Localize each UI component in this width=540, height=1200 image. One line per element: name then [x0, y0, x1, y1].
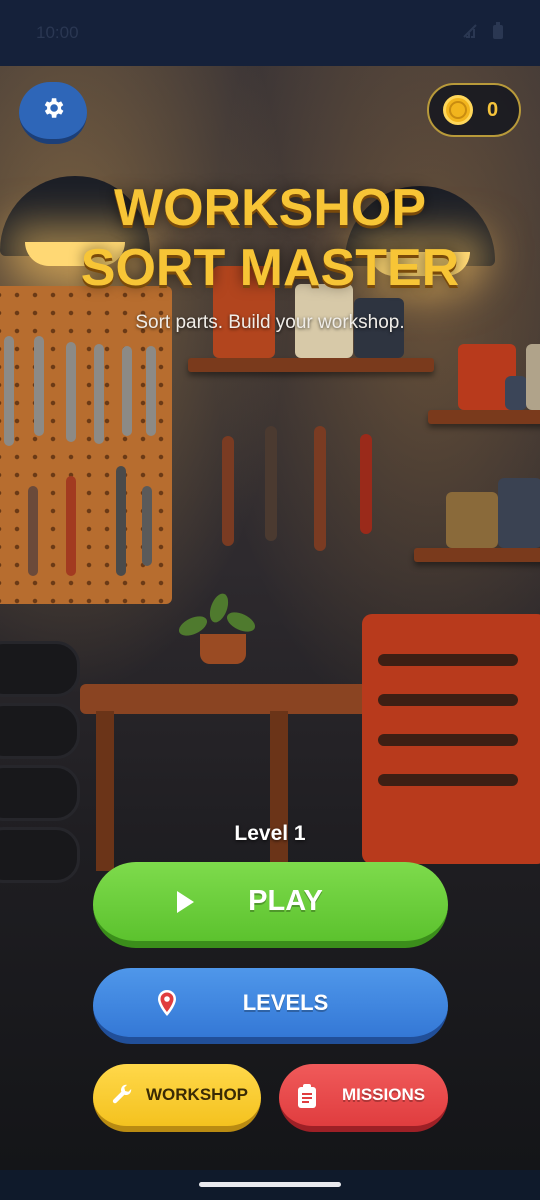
- status-time: 10:00: [36, 23, 79, 42]
- levels-button-label: LEVELS: [242, 989, 329, 1015]
- title-line-2: SORT MASTER: [80, 239, 460, 297]
- gear-icon: [40, 95, 66, 126]
- signal-off-icon: [462, 23, 478, 44]
- battery-icon: [492, 21, 504, 45]
- coin-counter: 0: [427, 83, 521, 137]
- status-bar: 10:00: [0, 0, 540, 66]
- shelf-top: [188, 358, 434, 372]
- shelf-right-lower: [414, 548, 540, 562]
- missions-button[interactable]: MISSIONS: [279, 1064, 448, 1132]
- workshop-button-label: WORKSHOP: [146, 1085, 248, 1104]
- settings-button[interactable]: [19, 82, 87, 144]
- home-indicator[interactable]: [199, 1182, 341, 1187]
- missions-button-label: MISSIONS: [341, 1085, 426, 1104]
- status-icons: [462, 21, 504, 45]
- coin-count: 0: [487, 98, 499, 121]
- workbench: [80, 684, 370, 714]
- game-title: WORKSHOP SORT MASTER: [0, 178, 540, 298]
- play-button[interactable]: PLAY: [93, 862, 448, 948]
- potted-plant: [200, 634, 246, 664]
- levels-button[interactable]: LEVELS: [93, 968, 448, 1044]
- coin-icon: [443, 95, 473, 125]
- game-subtitle: Sort parts. Build your workshop.: [135, 312, 405, 333]
- workshop-button[interactable]: WORKSHOP: [93, 1064, 261, 1132]
- play-button-label: PLAY: [248, 885, 323, 917]
- current-level-label: Level 1: [234, 822, 306, 845]
- shelf-right-upper: [428, 410, 540, 424]
- title-line-1: WORKSHOP: [114, 179, 426, 237]
